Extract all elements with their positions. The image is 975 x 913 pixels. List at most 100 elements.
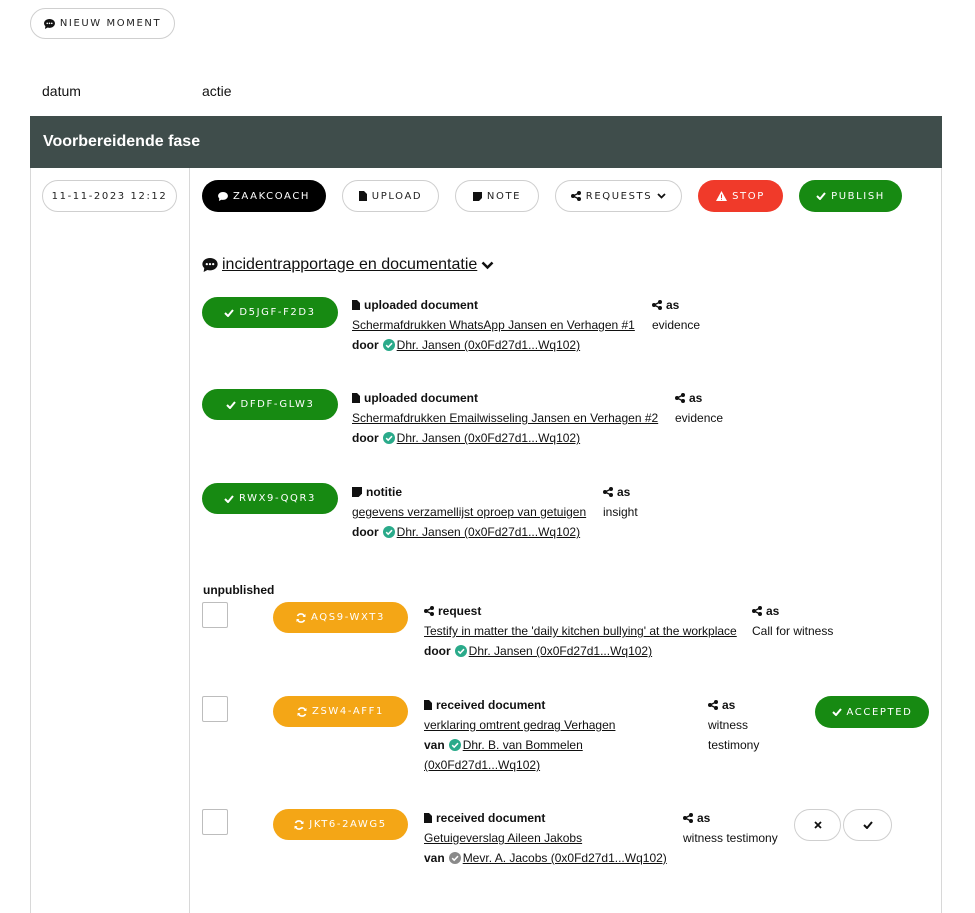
author-link[interactable]: Dhr. Jansen (0x0Fd27d1...Wq102): [397, 335, 580, 355]
as-value: witness testimony: [683, 831, 778, 845]
file-icon: [352, 393, 360, 403]
author-link[interactable]: Dhr. Jansen (0x0Fd27d1...Wq102): [397, 522, 580, 542]
column-date-label: datum: [42, 83, 81, 99]
entry-type: uploaded document: [364, 391, 478, 405]
as-value: Call for witness: [752, 624, 834, 638]
column-action-label: actie: [202, 83, 232, 99]
entry-details: uploaded document Schermafdrukken WhatsA…: [352, 295, 635, 355]
phase-header: Voorbereidende fase: [30, 116, 942, 168]
document-link[interactable]: gegevens verzamellijst oproep van getuig…: [352, 502, 586, 522]
published-code-badge[interactable]: RWX9-QQR3: [202, 483, 338, 514]
section-title-text: incidentrapportage en documentatie: [222, 256, 478, 273]
as-value-line2: testimony: [708, 738, 760, 752]
verified-check-icon: [454, 645, 467, 657]
code-label: DFDF-GLW3: [240, 399, 315, 410]
share-icon: [675, 393, 685, 403]
document-link[interactable]: Getuigeverslag Aileen Jakobs: [424, 828, 667, 848]
as-value: evidence: [675, 411, 724, 425]
as-value: evidence: [652, 318, 701, 332]
entry-type: request: [438, 604, 482, 618]
note-icon: [472, 191, 482, 201]
entry-type: received document: [436, 698, 546, 712]
author-link[interactable]: Dhr. B. van Bommelen: [463, 735, 583, 755]
moment-datetime: 11-11-2023 12:12: [51, 190, 168, 202]
select-checkbox[interactable]: [202, 809, 228, 835]
accepted-badge[interactable]: ACCEPTED: [815, 696, 929, 728]
share-icon: [424, 606, 434, 616]
as-label: as: [666, 298, 680, 312]
comment-dots-icon: [202, 258, 218, 272]
file-icon: [352, 300, 360, 310]
code-label: ZSW4-AFF1: [312, 706, 384, 717]
document-link[interactable]: Schermafdrukken WhatsApp Jansen en Verha…: [352, 315, 635, 335]
entry-details: received document verklaring omtrent ged…: [424, 695, 615, 775]
comment-dots-icon: [218, 191, 228, 201]
warning-icon: [716, 191, 728, 201]
as-label: as: [617, 485, 631, 499]
reject-button[interactable]: [794, 809, 841, 841]
by-label: door: [424, 644, 451, 658]
by-label: van: [424, 738, 445, 752]
check-icon: [831, 708, 842, 716]
chevron-down-icon: [657, 193, 666, 199]
share-icon: [752, 606, 762, 616]
requests-dropdown[interactable]: REQUESTS: [555, 180, 682, 212]
author-link[interactable]: Mevr. A. Jacobs (0x0Fd27d1...Wq102): [463, 848, 667, 868]
entry-details: request Testify in matter the 'daily kit…: [424, 601, 737, 661]
publish-button[interactable]: PUBLISH: [799, 180, 902, 212]
pending-code-badge[interactable]: ZSW4-AFF1: [273, 696, 408, 727]
document-link[interactable]: verklaring omtrent gedrag Verhagen: [424, 715, 615, 735]
pending-code-badge[interactable]: JKT6-2AWG5: [273, 809, 408, 840]
author-link[interactable]: Dhr. Jansen (0x0Fd27d1...Wq102): [397, 428, 580, 448]
author-link[interactable]: Dhr. Jansen (0x0Fd27d1...Wq102): [469, 641, 652, 661]
phase-title: Voorbereidende fase: [43, 133, 201, 150]
entry-type: uploaded document: [364, 298, 478, 312]
sync-icon: [294, 819, 304, 830]
role-info: as witness testimony: [683, 808, 778, 848]
role-info: as Call for witness: [752, 601, 833, 641]
stop-button[interactable]: STOP: [698, 180, 783, 212]
unpublished-heading: unpublished: [203, 583, 275, 597]
upload-label: UPLOAD: [371, 190, 423, 202]
section-title[interactable]: incidentrapportage en documentatie: [202, 256, 494, 274]
code-label: AQS9-WXT3: [311, 612, 385, 623]
new-moment-button[interactable]: NIEUW MOMENT: [30, 8, 175, 39]
file-icon: [358, 191, 367, 201]
entry-type: notitie: [366, 485, 402, 499]
as-label: as: [722, 698, 736, 712]
file-icon: [424, 813, 432, 823]
share-icon: [652, 300, 662, 310]
document-link[interactable]: Testify in matter the 'daily kitchen bul…: [424, 621, 737, 641]
note-button[interactable]: NOTE: [455, 180, 539, 212]
stop-label: STOP: [732, 190, 765, 202]
verified-check-icon: [382, 432, 395, 444]
author-link-line2[interactable]: (0x0Fd27d1...Wq102): [424, 755, 615, 775]
note-icon: [352, 487, 362, 497]
document-link[interactable]: Schermafdrukken Emailwisseling Jansen en…: [352, 408, 658, 428]
comment-dots-icon: [43, 18, 55, 29]
published-code-badge[interactable]: DFDF-GLW3: [202, 389, 338, 420]
check-icon: [224, 308, 235, 317]
unverified-check-icon: [448, 852, 461, 864]
column-divider: [189, 168, 190, 913]
select-checkbox[interactable]: [202, 602, 228, 628]
published-code-badge[interactable]: D5JGF-F2D3: [202, 297, 338, 328]
as-value: witness: [708, 718, 749, 732]
zaakcoach-label: ZAAKCOACH: [232, 190, 311, 202]
moment-datetime-badge[interactable]: 11-11-2023 12:12: [42, 180, 177, 212]
by-label: door: [352, 431, 379, 445]
publish-label: PUBLISH: [831, 190, 885, 202]
as-label: as: [697, 811, 711, 825]
share-icon: [683, 813, 693, 823]
verified-check-icon: [448, 739, 461, 751]
role-info: as witness testimony: [708, 695, 759, 755]
accept-button[interactable]: [843, 809, 892, 841]
upload-button[interactable]: UPLOAD: [342, 180, 439, 212]
code-label: JKT6-2AWG5: [309, 819, 387, 830]
share-icon: [603, 487, 613, 497]
entry-details: uploaded document Schermafdrukken Emailw…: [352, 388, 658, 448]
role-info: as insight: [603, 482, 638, 522]
select-checkbox[interactable]: [202, 696, 228, 722]
pending-code-badge[interactable]: AQS9-WXT3: [273, 602, 408, 633]
zaakcoach-button[interactable]: ZAAKCOACH: [202, 180, 326, 212]
